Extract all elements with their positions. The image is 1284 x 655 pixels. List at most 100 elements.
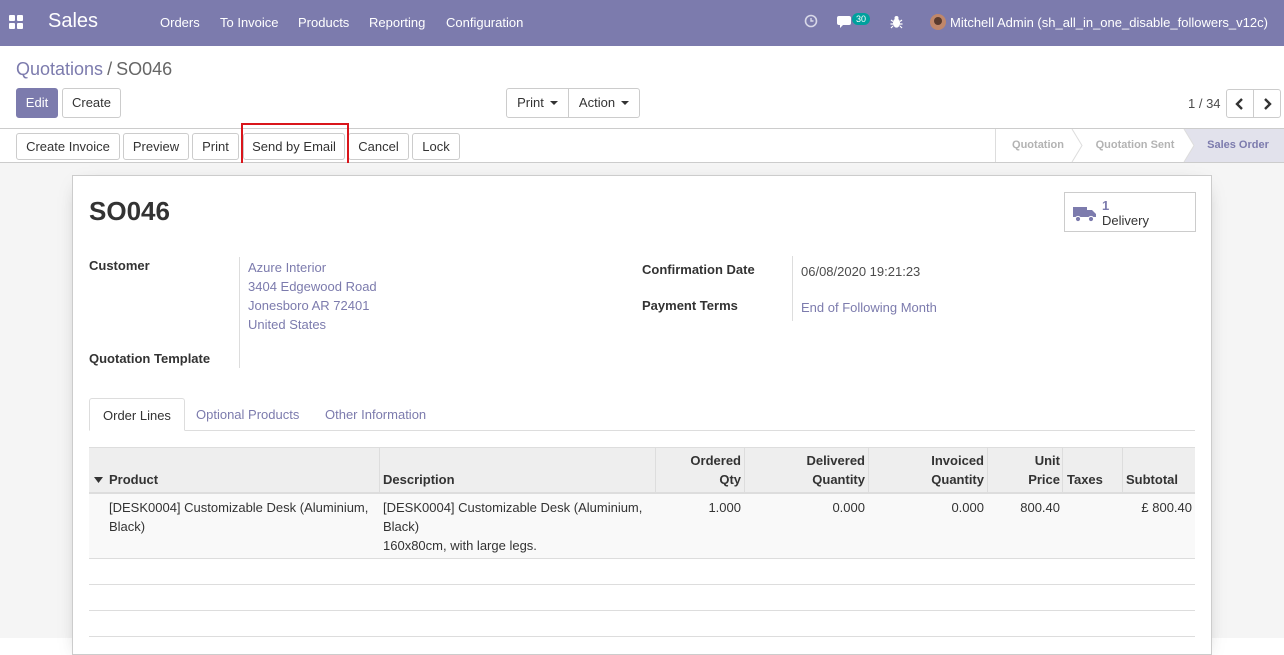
empty-row [89,559,1195,585]
column-ordered-line1: Ordered [690,453,741,468]
cell-description-line2: Black) [383,519,420,534]
column-ordered-qty[interactable]: Ordered Qty [660,451,741,489]
confirmation-date-value: 06/08/2020 19:21:23 [801,264,921,279]
confirmation-date-label: Confirmation Date [642,262,755,277]
column-delivered-qty[interactable]: Delivered Quantity [750,451,865,489]
activity-clock-icon[interactable] [804,14,818,31]
messages-count-badge: 30 [852,13,871,25]
column-ordered-line2: Qty [719,472,741,487]
column-invoiced-line2: Quantity [931,472,984,487]
cell-description-line3: 160x80cm, with large legs. [383,538,537,553]
tab-other-information[interactable]: Other Information [312,398,439,431]
tab-order-lines[interactable]: Order Lines [89,398,185,431]
breadcrumb: Quotations / SO046 [16,59,172,80]
app-title: Sales [48,10,99,32]
column-unit-price[interactable]: Unit Price [992,451,1060,489]
column-taxes[interactable]: Taxes [1067,470,1103,489]
menu-reporting[interactable]: Reporting [369,15,425,30]
print-dropdown[interactable]: Print [506,88,569,118]
tab-optional-products[interactable]: Optional Products [183,398,312,431]
column-description[interactable]: Description [383,470,455,489]
delivery-count: 1 [1102,198,1110,213]
delivery-label: Delivery [1102,213,1149,228]
breadcrumb-separator: / [107,59,113,79]
create-invoice-button[interactable]: Create Invoice [16,133,120,160]
statusbar: Create Invoice Preview Print Send by Ema… [0,128,1284,163]
caret-down-icon [621,100,630,105]
debug-bug-icon[interactable] [890,15,903,32]
chevron-left-icon [1235,98,1243,110]
empty-row [89,611,1195,637]
column-separator [744,448,745,493]
send-by-email-highlight [241,123,349,165]
stage-quotation[interactable]: Quotation [1000,129,1076,162]
breadcrumb-quotations[interactable]: Quotations [16,59,103,79]
column-price-line1: Unit [1034,453,1060,468]
cell-delivered-qty: 0.000 [832,500,865,515]
cell-unit-price: 800.40 [1020,500,1060,515]
customer-street[interactable]: 3404 Edgewood Road [248,279,377,294]
menu-to-invoice[interactable]: To Invoice [220,15,279,30]
lock-button[interactable]: Lock [412,133,460,160]
column-product[interactable]: Product [109,470,158,489]
print-button[interactable]: Print [192,133,239,160]
breadcrumb-current: SO046 [116,59,173,79]
cell-product-line1: [DESK0004] Customizable Desk (Aluminium, [109,500,369,515]
quotation-template-label: Quotation Template [89,351,211,366]
column-separator [1122,448,1123,493]
column-invoiced-qty[interactable]: Invoiced Quantity [874,451,984,489]
menu-configuration[interactable]: Configuration [446,15,523,30]
truck-icon [1073,207,1096,223]
cell-invoiced-qty: 0.000 [951,500,984,515]
action-dropdown-label: Action [578,95,616,110]
column-delivered-line2: Quantity [812,472,865,487]
column-separator [868,448,869,493]
customer-city[interactable]: Jonesboro AR 72401 [248,298,369,313]
cell-subtotal: £ 800.40 [1141,500,1192,515]
menu-products[interactable]: Products [298,15,349,30]
caret-down-icon [549,100,558,105]
user-avatar[interactable] [930,14,946,30]
create-button[interactable]: Create [62,88,121,118]
payment-terms-link[interactable]: End of Following Month [801,300,937,315]
record-name: SO046 [89,196,170,226]
column-separator [1062,448,1063,493]
payment-terms-label: Payment Terms [642,298,738,313]
empty-row [89,585,1195,611]
chevron-right-icon [1264,98,1272,110]
cell-product-line2: Black) [109,519,146,534]
column-separator [655,448,656,493]
column-subtotal[interactable]: Subtotal [1126,470,1178,489]
customer-name-link[interactable]: Azure Interior [248,260,326,275]
print-dropdown-label: Print [517,95,544,110]
chat-icon[interactable] [837,15,853,32]
edit-button[interactable]: Edit [16,88,58,118]
column-delivered-line1: Delivered [806,453,865,468]
column-separator [379,448,380,493]
preview-button[interactable]: Preview [123,133,189,160]
column-separator [987,448,988,493]
apps-menu-icon[interactable] [9,15,23,29]
pager-previous-button[interactable] [1226,89,1254,118]
cell-ordered-qty: 1.000 [708,500,741,515]
top-navbar: Sales Orders To Invoice Products Reporti… [0,0,1284,46]
stage-quotation-sent[interactable]: Quotation Sent [1086,129,1184,162]
cell-product: [DESK0004] Customizable Desk (Aluminium,… [109,498,368,536]
cancel-button[interactable]: Cancel [348,133,409,160]
cell-description: [DESK0004] Customizable Desk (Aluminium,… [383,498,642,555]
customer-label: Customer [89,258,150,273]
field-separator [792,256,793,321]
user-menu[interactable]: Mitchell Admin (sh_all_in_one_disable_fo… [950,15,1268,30]
column-invoiced-line1: Invoiced [931,453,984,468]
sort-caret-icon[interactable] [94,477,103,483]
cell-description-line1: [DESK0004] Customizable Desk (Aluminium, [383,500,643,515]
pager-value[interactable]: 1 / 34 [1188,96,1221,111]
column-price-line2: Price [1028,472,1060,487]
action-dropdown[interactable]: Action [568,88,640,118]
pager-next-button[interactable] [1253,89,1281,118]
field-separator [239,257,240,368]
menu-orders[interactable]: Orders [160,15,200,30]
customer-country[interactable]: United States [248,317,326,332]
stage-sales-order[interactable]: Sales Order [1195,129,1281,162]
delivery-smart-button[interactable]: 1 Delivery [1064,192,1196,232]
